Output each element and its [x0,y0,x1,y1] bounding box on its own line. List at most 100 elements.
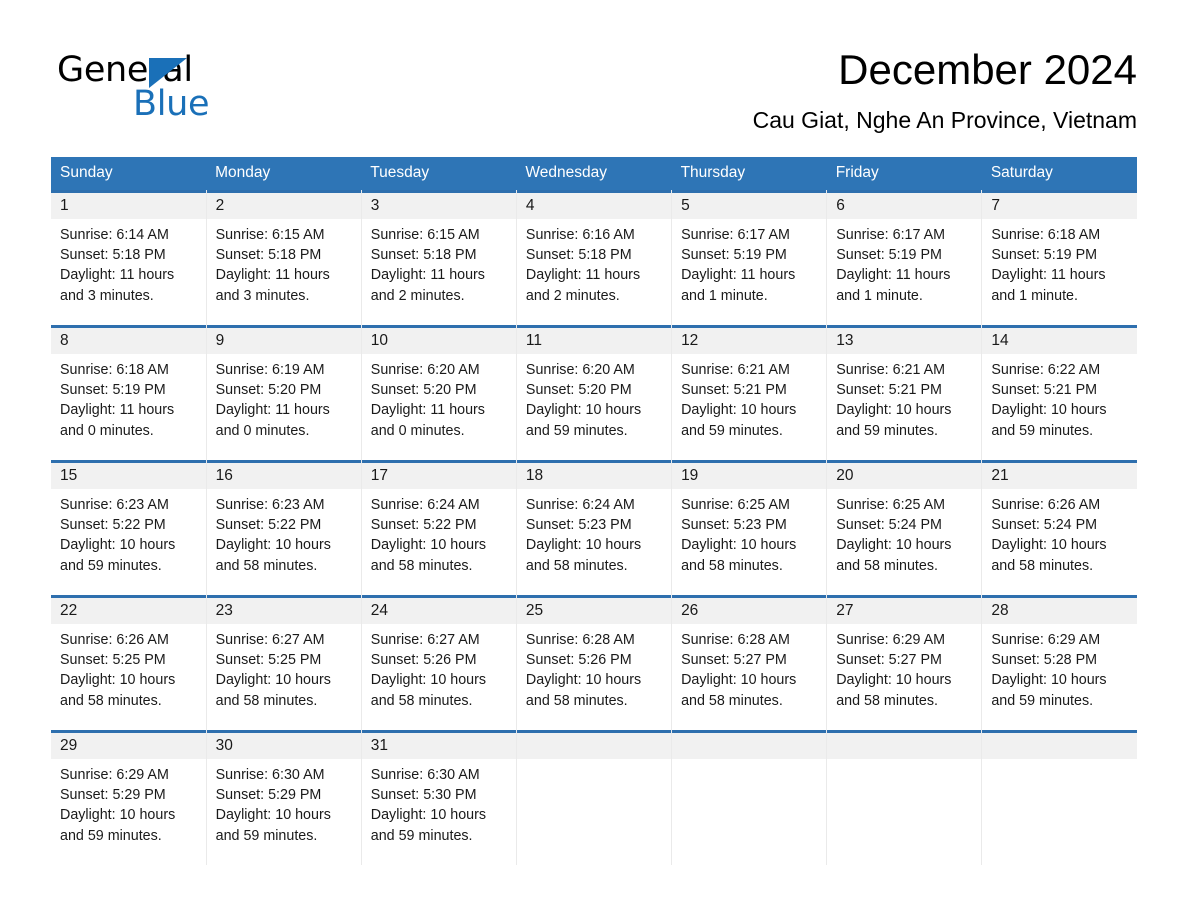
daylight-text-line2: and 59 minutes. [836,422,938,439]
day-number: 26 [681,602,699,619]
day-cell[interactable]: 11 Sunrise: 6:20 AM Sunset: 5:20 PM Dayligh… [515,325,673,460]
sunset-text: Sunset: 5:18 PM [525,247,632,264]
daylight-text-line2: and 59 minutes. [215,827,318,844]
day-number: 22 [60,602,78,619]
day-cell[interactable]: 23 Sunrise: 6:27 AM Sunset: 5:25 PM Dayligh… [205,595,362,730]
day-cell[interactable]: 30 Sunrise: 6:30 AM Sunset: 5:29 PM Dayligh… [205,730,362,865]
day-cell[interactable]: 2 Sunrise: 6:15 AM Sunset: 5:18 PM Daylight… [205,190,362,325]
sunset-text: Sunset: 5:23 PM [525,517,632,534]
sunrise-text: Sunrise: 6:26 AM [60,632,169,648]
day-cell[interactable]: 15 Sunrise: 6:23 AM Sunset: 5:22 PM Dayligh… [51,460,207,595]
day-number: 10 [370,332,389,349]
sunset-text: Sunset: 5:25 PM [215,652,322,669]
day-cell-empty [515,730,673,865]
day-number: 8 [60,332,69,349]
daylight-text-line2: and 59 minutes. [60,827,162,844]
day-cell[interactable]: 17 Sunrise: 6:24 AM Sunset: 5:22 PM Dayligh… [360,460,517,595]
sunset-text: Sunset: 5:19 PM [681,247,787,264]
sunrise-text: Sunrise: 6:21 AM [681,362,790,378]
daylight-text-line1: Daylight: 10 hours [836,537,952,554]
sunset-text: Sunset: 5:22 PM [370,517,477,534]
day-cell[interactable]: 25 Sunrise: 6:28 AM Sunset: 5:26 PM Dayligh… [515,595,673,730]
sunset-text: Sunset: 5:27 PM [681,652,787,669]
sunrise-text: Sunrise: 6:19 AM [215,362,325,378]
sunrise-text: Sunrise: 6:29 AM [991,632,1101,648]
daylight-text-line2: and 58 minutes. [836,692,938,709]
day-cell[interactable]: 7 Sunrise: 6:18 AM Sunset: 5:19 PM Daylight… [981,190,1137,325]
daylight-text-line1: Daylight: 11 hours [215,267,330,284]
day-number: 31 [370,737,389,754]
logo-text-blue: Blue [133,84,210,124]
sunrise-text: Sunrise: 6:28 AM [525,632,635,648]
day-cell[interactable]: 20 Sunrise: 6:25 AM Sunset: 5:24 PM Dayligh… [826,460,983,595]
day-cell[interactable]: 16 Sunrise: 6:23 AM Sunset: 5:22 PM Dayligh… [205,460,362,595]
sunrise-text: Sunrise: 6:15 AM [370,227,480,243]
calendar-week-row: 22 Sunrise: 6:26 AM Sunset: 5:25 PM Dayligh… [51,595,1137,730]
day-number: 16 [215,467,233,484]
sunrise-text: Sunrise: 6:27 AM [215,632,325,648]
day-cell[interactable]: 22 Sunrise: 6:26 AM Sunset: 5:25 PM Dayligh… [51,595,207,730]
daylight-text-line2: and 58 minutes. [525,557,628,574]
title-block: December 2024 Cau Giat, Nghe An Province… [753,45,1137,134]
sunset-text: Sunset: 5:19 PM [836,247,942,264]
sunrise-text: Sunrise: 6:28 AM [681,632,790,648]
day-cell[interactable]: 13 Sunrise: 6:21 AM Sunset: 5:21 PM Dayligh… [826,325,983,460]
sunset-text: Sunset: 5:22 PM [60,517,166,534]
daylight-text-line2: and 3 minutes. [60,287,154,304]
daylight-text-line1: Daylight: 10 hours [215,807,331,824]
day-cell[interactable]: 12 Sunrise: 6:21 AM Sunset: 5:21 PM Dayligh… [671,325,828,460]
day-cell[interactable]: 28 Sunrise: 6:29 AM Sunset: 5:28 PM Dayligh… [981,595,1137,730]
daylight-text-line2: and 58 minutes. [60,692,162,709]
daylight-text-line1: Daylight: 10 hours [525,402,642,419]
sunrise-text: Sunrise: 6:17 AM [681,227,790,243]
weekday-header-monday: Monday [206,157,362,190]
day-number: 21 [991,467,1009,484]
day-number: 29 [60,737,78,754]
generalblue-logo[interactable]: General Blue [57,52,257,124]
sunset-text: Sunset: 5:28 PM [991,652,1098,669]
sunset-text: Sunset: 5:20 PM [215,382,322,399]
day-cell[interactable]: 3 Sunrise: 6:15 AM Sunset: 5:18 PM Daylight… [360,190,517,325]
daylight-text-line1: Daylight: 11 hours [525,267,641,284]
day-cell[interactable]: 19 Sunrise: 6:25 AM Sunset: 5:23 PM Dayligh… [671,460,828,595]
day-cell[interactable]: 24 Sunrise: 6:27 AM Sunset: 5:26 PM Dayligh… [360,595,517,730]
sunset-text: Sunset: 5:21 PM [991,382,1098,399]
sunset-text: Sunset: 5:23 PM [681,517,787,534]
daylight-text-line1: Daylight: 11 hours [60,267,175,284]
day-cell[interactable]: 14 Sunrise: 6:22 AM Sunset: 5:21 PM Dayligh… [981,325,1137,460]
day-cell[interactable]: 9 Sunrise: 6:19 AM Sunset: 5:20 PM Daylight… [205,325,362,460]
day-cell-empty [826,730,983,865]
day-cell[interactable]: 5 Sunrise: 6:17 AM Sunset: 5:19 PM Daylight… [671,190,828,325]
sunset-text: Sunset: 5:26 PM [525,652,632,669]
sunset-text: Sunset: 5:30 PM [370,787,477,804]
sunset-text: Sunset: 5:24 PM [836,517,942,534]
day-number: 25 [525,602,544,619]
day-cell[interactable]: 1 Sunrise: 6:14 AM Sunset: 5:18 PM Daylight… [51,190,207,325]
daylight-text-line1: Daylight: 10 hours [525,672,642,689]
sunset-text: Sunset: 5:26 PM [370,652,477,669]
day-cell[interactable]: 18 Sunrise: 6:24 AM Sunset: 5:23 PM Dayligh… [515,460,673,595]
sunrise-text: Sunrise: 6:20 AM [525,362,635,378]
day-cell[interactable]: 21 Sunrise: 6:26 AM Sunset: 5:24 PM Dayligh… [981,460,1137,595]
day-cell[interactable]: 31 Sunrise: 6:30 AM Sunset: 5:30 PM Dayligh… [360,730,517,865]
sunset-text: Sunset: 5:18 PM [60,247,166,264]
daylight-text-line1: Daylight: 10 hours [370,537,487,554]
day-number: 24 [370,602,389,619]
daylight-text-line1: Daylight: 11 hours [370,402,485,419]
day-cell[interactable]: 4 Sunrise: 6:16 AM Sunset: 5:18 PM Daylight… [515,190,673,325]
day-cell[interactable]: 10 Sunrise: 6:20 AM Sunset: 5:20 PM Dayligh… [360,325,517,460]
daylight-text-line2: and 58 minutes. [370,692,473,709]
day-cell[interactable]: 26 Sunrise: 6:28 AM Sunset: 5:27 PM Dayligh… [671,595,828,730]
day-number: 18 [525,467,544,484]
day-cell[interactable]: 27 Sunrise: 6:29 AM Sunset: 5:27 PM Dayligh… [826,595,983,730]
day-cell[interactable]: 8 Sunrise: 6:18 AM Sunset: 5:19 PM Daylight… [51,325,207,460]
calendar-week-row: 8 Sunrise: 6:18 AM Sunset: 5:19 PM Daylight… [51,325,1137,460]
sunrise-text: Sunrise: 6:18 AM [991,227,1101,243]
daylight-text-line2: and 59 minutes. [370,827,473,844]
day-cell[interactable]: 29 Sunrise: 6:29 AM Sunset: 5:29 PM Dayligh… [51,730,207,865]
daylight-text-line2: and 58 minutes. [370,557,473,574]
calendar-body: 1 Sunrise: 6:14 AM Sunset: 5:18 PM Daylight… [51,190,1137,865]
daylight-text-line1: Daylight: 10 hours [215,537,331,554]
day-cell[interactable]: 6 Sunrise: 6:17 AM Sunset: 5:19 PM Daylight… [826,190,983,325]
calendar-week-row: 15 Sunrise: 6:23 AM Sunset: 5:22 PM Dayligh… [51,460,1137,595]
